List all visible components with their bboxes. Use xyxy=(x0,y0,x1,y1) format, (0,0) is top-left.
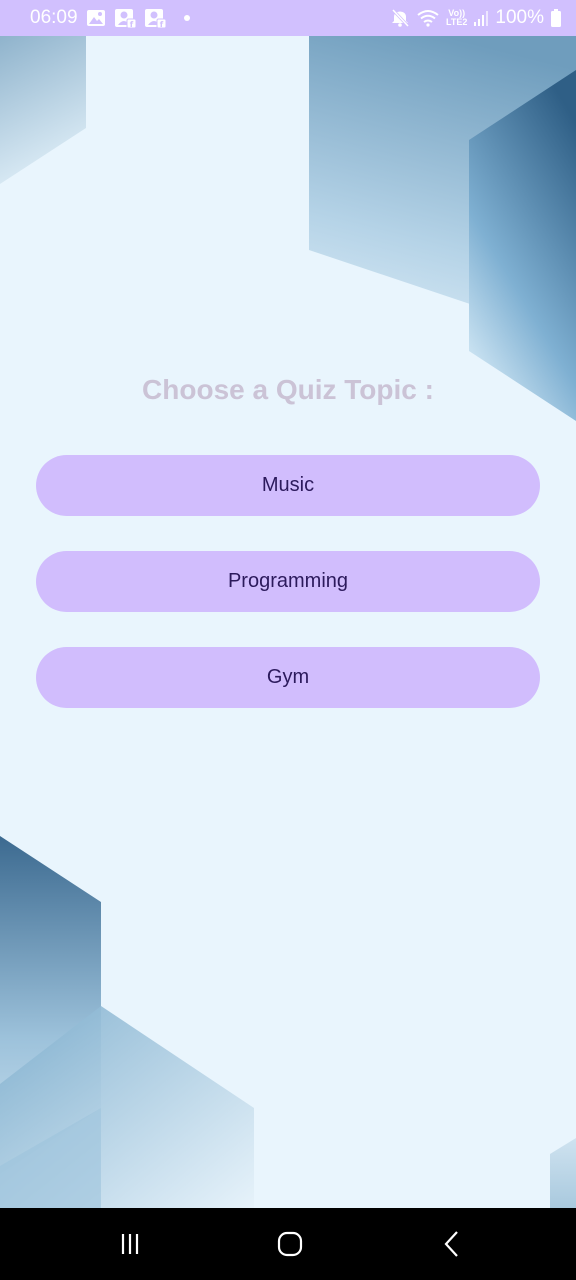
mute-icon xyxy=(390,8,410,28)
svg-text:f: f xyxy=(159,20,163,28)
signal-icon xyxy=(473,9,489,27)
lte-icon: Vo)) LTE2 xyxy=(446,9,467,27)
svg-text:f: f xyxy=(129,20,133,28)
lte-bottom-label: LTE2 xyxy=(446,17,468,27)
status-time: 06:09 xyxy=(30,7,78,28)
quiz-topic-screen: Choose a Quiz Topic : Music Programming … xyxy=(0,36,576,1208)
status-right-group: Vo)) LTE2 100% xyxy=(390,7,562,29)
topic-button-music[interactable]: Music xyxy=(36,455,540,516)
battery-icon xyxy=(550,8,562,28)
notification-dot xyxy=(183,15,190,21)
page-title: Choose a Quiz Topic : xyxy=(142,374,434,405)
back-icon[interactable] xyxy=(432,1226,472,1262)
status-bar: 06:09 f f Vo)) LTE2 100% xyxy=(0,0,576,36)
wifi-icon xyxy=(416,9,440,27)
system-nav-bar xyxy=(0,1208,576,1280)
topic-button-gym[interactable]: Gym xyxy=(36,647,540,708)
gallery-icon xyxy=(86,9,106,27)
contact-facebook-icon: f xyxy=(144,8,166,28)
topic-button-label: Programming xyxy=(227,570,349,592)
home-icon[interactable] xyxy=(270,1226,310,1262)
status-left-group: 06:09 f f xyxy=(30,7,190,29)
topic-button-label: Gym xyxy=(266,666,310,688)
recent-apps-icon[interactable] xyxy=(110,1226,150,1262)
topic-button-programming[interactable]: Programming xyxy=(36,551,540,612)
topic-button-label: Music xyxy=(261,474,315,496)
contact-facebook-icon: f xyxy=(114,8,136,28)
battery-percent: 100% xyxy=(495,7,544,28)
